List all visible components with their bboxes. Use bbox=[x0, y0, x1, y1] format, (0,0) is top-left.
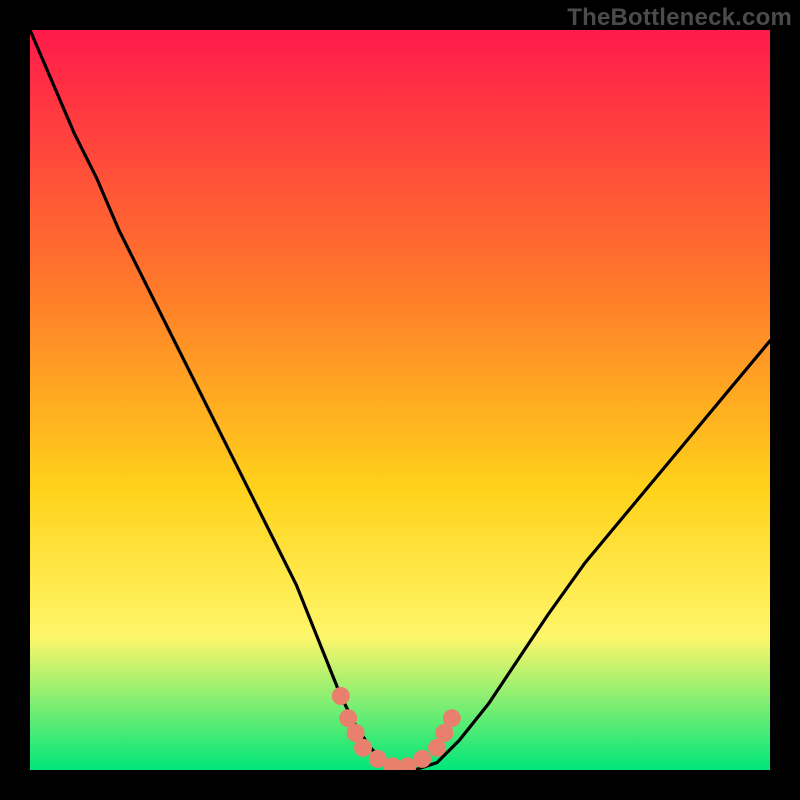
marker-dot bbox=[332, 687, 350, 705]
gradient-background bbox=[30, 30, 770, 770]
watermark-label: TheBottleneck.com bbox=[567, 4, 792, 32]
plot-area bbox=[30, 30, 770, 770]
marker-dot bbox=[354, 739, 372, 757]
bottleneck-chart bbox=[30, 30, 770, 770]
marker-dot bbox=[413, 750, 431, 768]
marker-dot bbox=[443, 709, 461, 727]
chart-frame: TheBottleneck.com bbox=[0, 0, 800, 800]
